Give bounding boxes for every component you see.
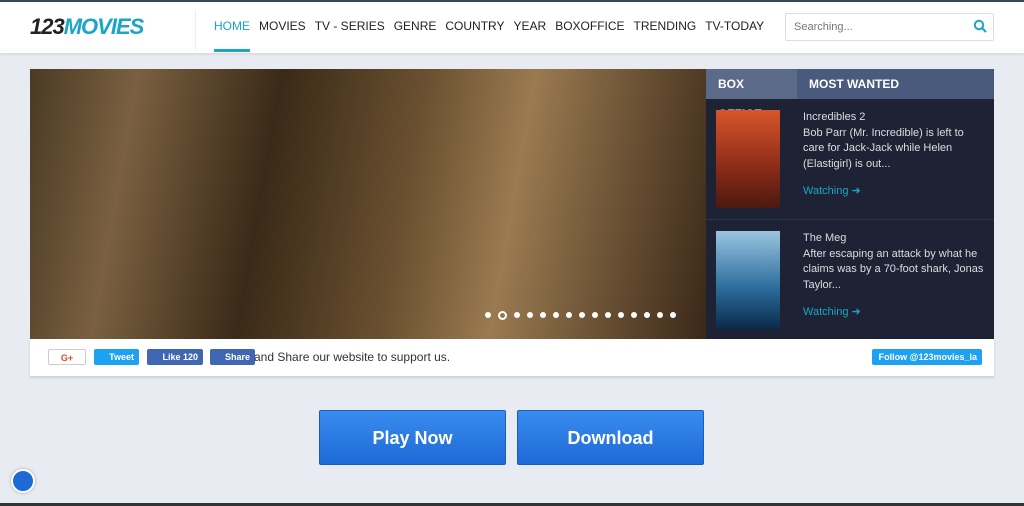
slider-dot[interactable]	[498, 311, 507, 320]
nav-country[interactable]: COUNTRY	[445, 2, 504, 50]
search-input[interactable]	[786, 14, 956, 40]
slider-dot[interactable]	[540, 312, 546, 318]
nav-genre[interactable]: GENRE	[394, 2, 437, 50]
nav-home[interactable]: HOME	[214, 2, 250, 52]
nav-tv-series[interactable]: TV - SERIES	[315, 2, 385, 50]
nav-year[interactable]: YEAR	[514, 2, 547, 50]
like-button[interactable]: Like 120	[147, 349, 203, 365]
item-desc: After escaping an attack by what he clai…	[803, 247, 984, 291]
slider-dot[interactable]	[527, 312, 533, 318]
slider-dot[interactable]	[579, 312, 585, 318]
slider-dot[interactable]	[644, 312, 650, 318]
slider-dot[interactable]	[566, 312, 572, 318]
watching-link[interactable]: Watching ➜	[803, 305, 984, 321]
logo[interactable]: 123MOVIES	[30, 14, 144, 40]
slider-dot[interactable]	[618, 312, 624, 318]
item-desc: Bob Parr (Mr. Incredible) is left to car…	[803, 126, 964, 170]
list-item: The Meg After escaping an attack by what …	[706, 220, 994, 341]
play-now-button[interactable]: Play Now	[319, 410, 506, 465]
share-bar: G+ Tweet Like 120 Share and Share our we…	[30, 339, 994, 376]
slider-dot[interactable]	[514, 312, 520, 318]
search-icon[interactable]	[973, 19, 987, 33]
divider	[195, 10, 196, 50]
tab-box-office[interactable]: BOX OFFICE	[706, 69, 797, 121]
chevron-circle-right-icon: ➜	[851, 185, 861, 197]
nav-movies[interactable]: MOVIES	[259, 2, 306, 50]
header: 123MOVIES HOME MOVIES TV - SERIES GENRE …	[0, 2, 1024, 53]
notification-bell-icon[interactable]	[11, 469, 35, 493]
share-text: and Share our website to support us.	[254, 350, 451, 364]
poster-incredibles-2[interactable]	[716, 110, 780, 208]
tab-most-wanted[interactable]: MOST WANTED	[797, 69, 911, 99]
item-title[interactable]: The Meg	[803, 231, 984, 247]
download-button[interactable]: Download	[517, 410, 704, 465]
slider-dot[interactable]	[592, 312, 598, 318]
nav-tv-today[interactable]: TV-TODAY	[705, 2, 764, 50]
hero-slider[interactable]	[30, 69, 706, 339]
slider-dot[interactable]	[605, 312, 611, 318]
twitter-follow-button[interactable]: Follow @123movies_la	[872, 349, 982, 365]
slider-dot[interactable]	[553, 312, 559, 318]
watching-link[interactable]: Watching ➜	[803, 184, 984, 200]
item-title[interactable]: Incredibles 2	[803, 110, 984, 126]
nav-boxoffice[interactable]: BOXOFFICE	[555, 2, 624, 50]
tweet-button[interactable]: Tweet	[94, 349, 139, 365]
poster-the-meg[interactable]	[716, 231, 780, 329]
slider-dot[interactable]	[631, 312, 637, 318]
main-nav: HOME MOVIES TV - SERIES GENRE COUNTRY YE…	[214, 2, 764, 52]
slider-dot[interactable]	[657, 312, 663, 318]
search-box	[785, 13, 994, 41]
slider-dot[interactable]	[670, 312, 676, 318]
chevron-circle-right-icon: ➜	[851, 306, 861, 318]
slider-dot[interactable]	[485, 312, 491, 318]
side-panel: BOX OFFICE MOST WANTED Incredibles 2Bob …	[706, 69, 994, 339]
google-plus-button[interactable]: G+	[48, 349, 86, 365]
list-item: Incredibles 2 Bob Parr (Mr. Incredible) i…	[706, 99, 994, 220]
slider-dots	[485, 311, 676, 320]
facebook-share-button[interactable]: Share	[210, 349, 255, 365]
nav-trending[interactable]: TRENDING	[634, 2, 697, 50]
